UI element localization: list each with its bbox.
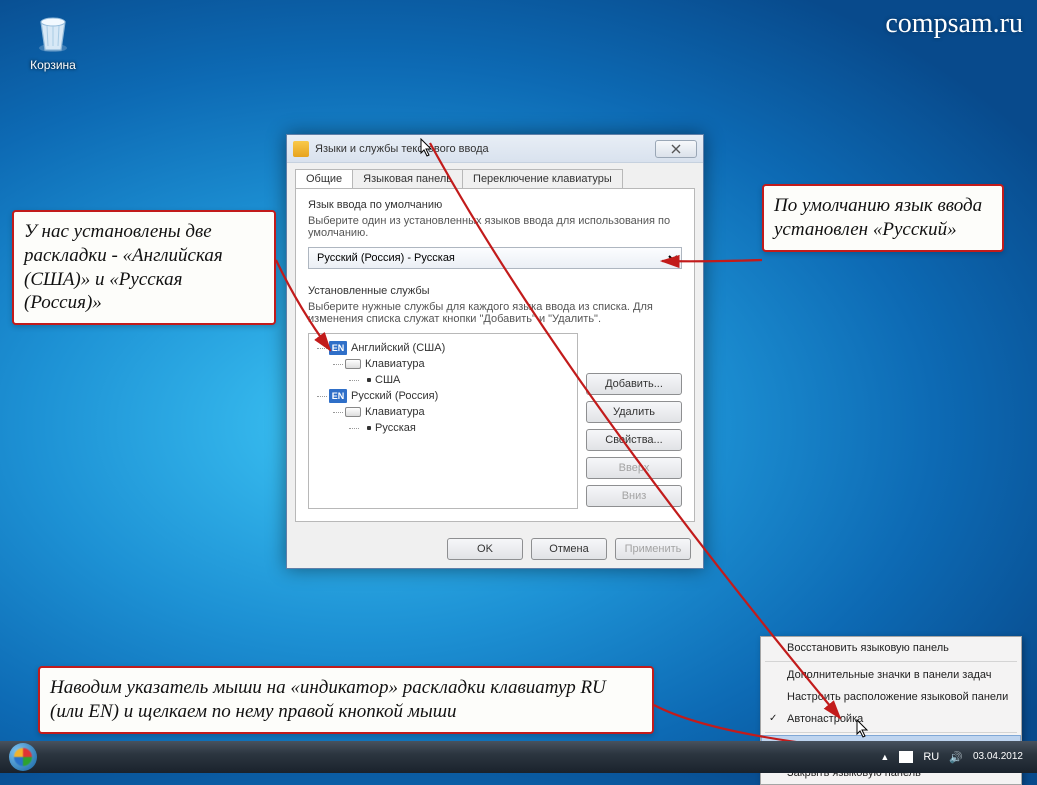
close-button[interactable] xyxy=(655,140,697,158)
dialog-title: Языки и службы текстового ввода xyxy=(315,143,489,155)
language-indicator[interactable]: RU xyxy=(923,751,939,763)
installed-services-title: Установленные службы xyxy=(308,285,682,297)
dialog-footer: OK Отмена Применить xyxy=(287,530,703,568)
properties-button[interactable]: Свойства... xyxy=(586,429,682,451)
lang-badge-icon: EN xyxy=(329,389,347,403)
installed-services-desc: Выберите нужные службы для каждого языка… xyxy=(308,301,682,325)
add-button[interactable]: Добавить... xyxy=(586,373,682,395)
annotation-layouts: У нас установлены две раскладки - «Англи… xyxy=(12,210,276,325)
tab-keyboard-switch[interactable]: Переключение клавиатуры xyxy=(462,169,623,188)
tree-lang-ru[interactable]: ENРусский (Россия) xyxy=(329,388,573,404)
ctx-restore[interactable]: Восстановить языковую панель xyxy=(761,637,1021,659)
lang-badge-icon: EN xyxy=(329,341,347,355)
mouse-cursor-icon xyxy=(420,138,434,158)
default-language-select[interactable]: Русский (Россия) - Русская xyxy=(308,247,682,269)
ctx-position[interactable]: Настроить расположение языковой панели xyxy=(761,686,1021,708)
bullet-icon xyxy=(367,378,371,382)
tray-flag-icon[interactable] xyxy=(899,751,913,763)
tab-language-bar[interactable]: Языковая панель xyxy=(352,169,463,188)
taskbar-clock[interactable]: 03.04.2012 xyxy=(973,751,1023,763)
remove-button[interactable]: Удалить xyxy=(586,401,682,423)
system-tray: ▲ RU 🔊 03.04.2012 xyxy=(880,751,1037,764)
tray-volume-icon[interactable]: 🔊 xyxy=(949,751,963,764)
windows-logo-icon xyxy=(9,743,37,771)
recycle-bin[interactable]: Корзина xyxy=(18,8,88,72)
ctx-separator xyxy=(765,732,1017,733)
recycle-bin-label: Корзина xyxy=(18,58,88,72)
mouse-cursor-icon xyxy=(856,719,870,739)
tree-kb-en[interactable]: Клавиатура xyxy=(345,356,573,372)
ok-button[interactable]: OK xyxy=(447,538,523,560)
annotation-right-click: Наводим указатель мыши на «индикатор» ра… xyxy=(38,666,654,734)
tray-expand-icon[interactable]: ▲ xyxy=(880,752,889,762)
tab-general[interactable]: Общие xyxy=(295,169,353,188)
default-lang-title: Язык ввода по умолчанию xyxy=(308,199,682,211)
dialog-titlebar[interactable]: Языки и службы текстового ввода xyxy=(287,135,703,163)
cancel-button[interactable]: Отмена xyxy=(531,538,607,560)
tree-layout-us[interactable]: США xyxy=(361,372,573,388)
site-watermark: compsam.ru xyxy=(885,8,1023,40)
recycle-bin-icon xyxy=(29,8,77,56)
keyboard-icon xyxy=(345,407,361,417)
ctx-auto[interactable]: Автонастройка xyxy=(761,708,1021,730)
dialog-body: Язык ввода по умолчанию Выберите один из… xyxy=(295,188,695,522)
tree-kb-ru[interactable]: Клавиатура xyxy=(345,404,573,420)
close-icon xyxy=(671,144,681,154)
keyboard-icon xyxy=(345,359,361,369)
language-tree[interactable]: ENАнглийский (США) Клавиатура США ENРусс… xyxy=(308,333,578,509)
default-lang-desc: Выберите один из установленных языков вв… xyxy=(308,215,682,239)
ctx-extra-icons[interactable]: Дополнительные значки в панели задач xyxy=(761,664,1021,686)
annotation-default-lang: По умолчанию язык ввода установлен «Русс… xyxy=(762,184,1004,252)
move-up-button[interactable]: Вверх xyxy=(586,457,682,479)
bullet-icon xyxy=(367,426,371,430)
taskbar-date: 03.04.2012 xyxy=(973,751,1023,763)
tree-lang-en[interactable]: ENАнглийский (США) xyxy=(329,340,573,356)
start-button[interactable] xyxy=(0,741,46,773)
move-down-button[interactable]: Вниз xyxy=(586,485,682,507)
ctx-separator xyxy=(765,661,1017,662)
language-services-dialog: Языки и службы текстового ввода Общие Яз… xyxy=(286,134,704,569)
dialog-icon xyxy=(293,141,309,157)
taskbar[interactable]: ▲ RU 🔊 03.04.2012 xyxy=(0,741,1037,773)
tree-layout-russian[interactable]: Русская xyxy=(361,420,573,436)
apply-button[interactable]: Применить xyxy=(615,538,691,560)
tab-strip: Общие Языковая панель Переключение клави… xyxy=(295,169,695,188)
